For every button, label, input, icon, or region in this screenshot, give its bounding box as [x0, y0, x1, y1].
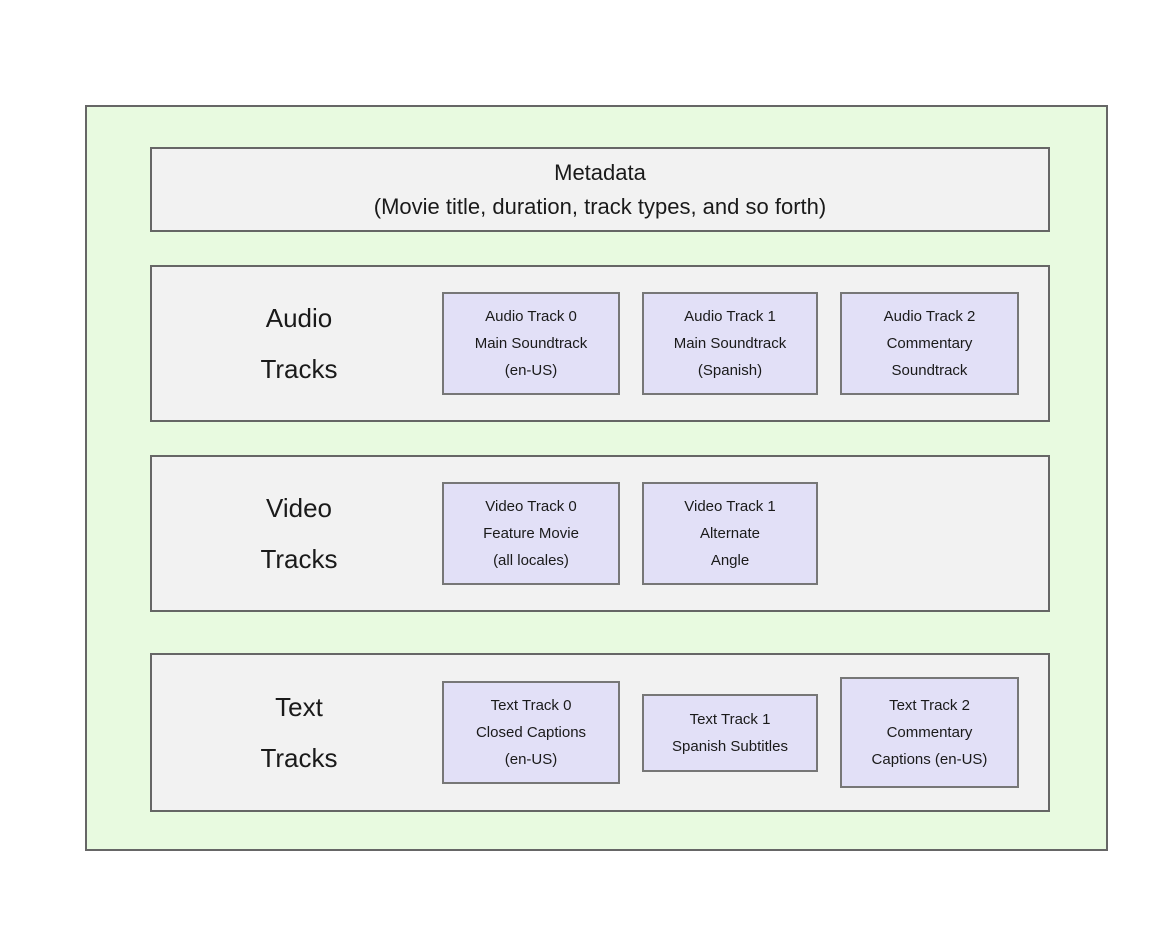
- video-track-1-line-1: Video Track 1: [684, 498, 776, 515]
- text-tracks-label: Text Tracks: [152, 682, 442, 784]
- audio-track-2-line-2: Commentary: [886, 335, 973, 352]
- audio-track-0-line-3: (en-US): [504, 362, 558, 379]
- text-track-2-line-2: Commentary: [886, 724, 973, 741]
- metadata-heading: Metadata: [554, 159, 646, 185]
- text-track-0-line-2: Closed Captions: [475, 724, 587, 741]
- audio-track-1-line-2: Main Soundtrack: [673, 335, 787, 352]
- text-track-0-box[interactable]: Text Track 0 Closed Captions (en-US): [442, 681, 620, 784]
- video-track-strip: Video Track 0 Feature Movie (all locales…: [442, 482, 818, 585]
- video-track-0-line-3: (all locales): [493, 552, 569, 569]
- video-track-1-line-2: Alternate: [699, 525, 761, 542]
- video-tracks-label: Video Tracks: [152, 483, 442, 585]
- audio-tracks-panel: Audio Tracks Audio Track 0 Main Soundtra…: [150, 265, 1050, 422]
- text-tracks-panel: Text Tracks Text Track 0 Closed Captions…: [150, 653, 1050, 812]
- text-track-0-line-3: (en-US): [504, 751, 558, 768]
- video-tracks-label-line-2: Tracks: [260, 543, 338, 574]
- video-track-0-line-2: Feature Movie: [483, 525, 579, 542]
- text-track-1-line-2: Spanish Subtitles: [672, 737, 788, 755]
- audio-track-2-box[interactable]: Audio Track 2 Commentary Soundtrack: [840, 292, 1019, 395]
- text-tracks-label-line-1: Text: [275, 691, 323, 722]
- audio-tracks-label: Audio Tracks: [152, 293, 442, 395]
- audio-track-0-line-1: Audio Track 0: [485, 308, 577, 325]
- text-track-2-line-1: Text Track 2: [889, 697, 970, 714]
- metadata-panel: Metadata (Movie title, duration, track t…: [150, 147, 1050, 232]
- audio-track-1-line-1: Audio Track 1: [684, 308, 776, 325]
- video-tracks-label-line-1: Video: [265, 492, 333, 523]
- video-track-0-box[interactable]: Video Track 0 Feature Movie (all locales…: [442, 482, 620, 585]
- video-tracks-panel: Video Tracks Video Track 0 Feature Movie…: [150, 455, 1050, 612]
- movie-container-outline: Metadata (Movie title, duration, track t…: [85, 105, 1108, 851]
- audio-track-0-line-2: Main Soundtrack: [474, 335, 588, 352]
- audio-track-0-box[interactable]: Audio Track 0 Main Soundtrack (en-US): [442, 292, 620, 395]
- audio-track-1-box[interactable]: Audio Track 1 Main Soundtrack (Spanish): [642, 292, 818, 395]
- text-track-0-line-1: Text Track 0: [490, 697, 572, 714]
- text-track-2-line-3: Captions (en-US): [871, 751, 988, 768]
- text-track-1-line-1: Text Track 1: [689, 710, 771, 728]
- text-track-2-box[interactable]: Text Track 2 Commentary Captions (en-US): [840, 677, 1019, 788]
- text-track-strip: Text Track 0 Closed Captions (en-US) Tex…: [442, 677, 1019, 788]
- video-track-1-box[interactable]: Video Track 1 Alternate Angle: [642, 482, 818, 585]
- audio-tracks-label-line-1: Audio: [265, 302, 333, 333]
- text-track-1-box[interactable]: Text Track 1 Spanish Subtitles: [642, 693, 818, 772]
- video-track-1-line-3: Angle: [710, 552, 750, 569]
- audio-track-1-line-3: (Spanish): [697, 362, 763, 379]
- audio-track-2-line-3: Soundtrack: [891, 362, 968, 379]
- metadata-detail: (Movie title, duration, track types, and…: [373, 193, 827, 219]
- text-tracks-label-line-2: Tracks: [260, 742, 338, 773]
- audio-tracks-label-line-2: Tracks: [260, 353, 338, 384]
- video-track-0-line-1: Video Track 0: [485, 498, 577, 515]
- audio-track-2-line-1: Audio Track 2: [883, 308, 976, 325]
- audio-track-strip: Audio Track 0 Main Soundtrack (en-US) Au…: [442, 292, 1019, 395]
